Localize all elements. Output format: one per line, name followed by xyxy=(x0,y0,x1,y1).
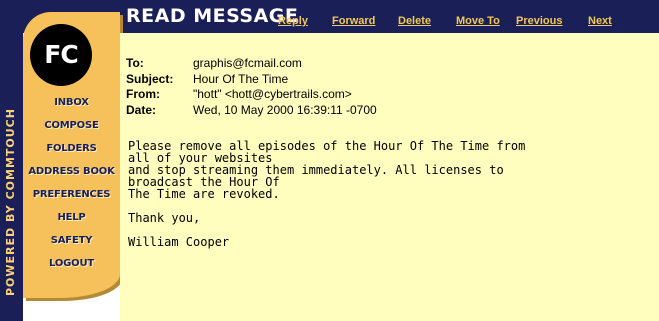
sidebar-item-compose[interactable]: COMPOSE xyxy=(23,114,120,137)
from-value: "hott" <hott@cybertrails.com> xyxy=(193,87,352,101)
previous-link[interactable]: Previous xyxy=(516,15,562,27)
date-value: Wed, 10 May 2000 16:39:11 -0700 xyxy=(193,102,377,117)
subject-label: Subject: xyxy=(126,71,174,86)
powered-by-label: POWERED BY COMMTOUCH xyxy=(4,108,17,296)
to-row: To: graphis@fcmail.com xyxy=(126,56,377,72)
fc-logo[interactable]: FC xyxy=(30,24,92,86)
sidebar-item-logout[interactable]: LOGOUT xyxy=(23,252,120,275)
forward-link[interactable]: Forward xyxy=(332,15,375,27)
from-row: From: "hott" <hott@cybertrails.com> xyxy=(126,87,377,103)
subject-row: Subject: Hour Of The Time xyxy=(126,72,377,88)
sidebar-item-inbox[interactable]: INBOX xyxy=(23,91,120,114)
sidebar-item-safety[interactable]: SAFETY xyxy=(23,229,120,252)
sidebar-item-preferences[interactable]: PREFERENCES xyxy=(23,183,120,206)
page-title: READ MESSAGE xyxy=(126,5,299,27)
reply-link[interactable]: Reply xyxy=(278,15,308,27)
sidebar-item-folders[interactable]: FOLDERS xyxy=(23,137,120,160)
date-label: Date: xyxy=(126,102,157,117)
to-value: graphis@fcmail.com xyxy=(193,56,302,70)
sidebar-nav: INBOX COMPOSE FOLDERS ADDRESS BOOK PREFE… xyxy=(23,91,120,275)
message-headers: To: graphis@fcmail.com Subject: Hour Of Th… xyxy=(126,56,377,118)
message-body: Please remove all episodes of the Hour O… xyxy=(128,139,526,249)
move-to-link[interactable]: Move To xyxy=(456,15,500,27)
delete-link[interactable]: Delete xyxy=(398,15,431,27)
sidebar-item-address-book[interactable]: ADDRESS BOOK xyxy=(23,160,120,183)
next-link[interactable]: Next xyxy=(588,15,612,27)
sidebar-item-help[interactable]: HELP xyxy=(23,206,120,229)
to-label: To: xyxy=(126,56,144,70)
date-row: Date: Wed, 10 May 2000 16:39:11 -0700 xyxy=(126,103,377,119)
from-label: From: xyxy=(126,87,160,101)
subject-value: Hour Of The Time xyxy=(193,71,289,86)
